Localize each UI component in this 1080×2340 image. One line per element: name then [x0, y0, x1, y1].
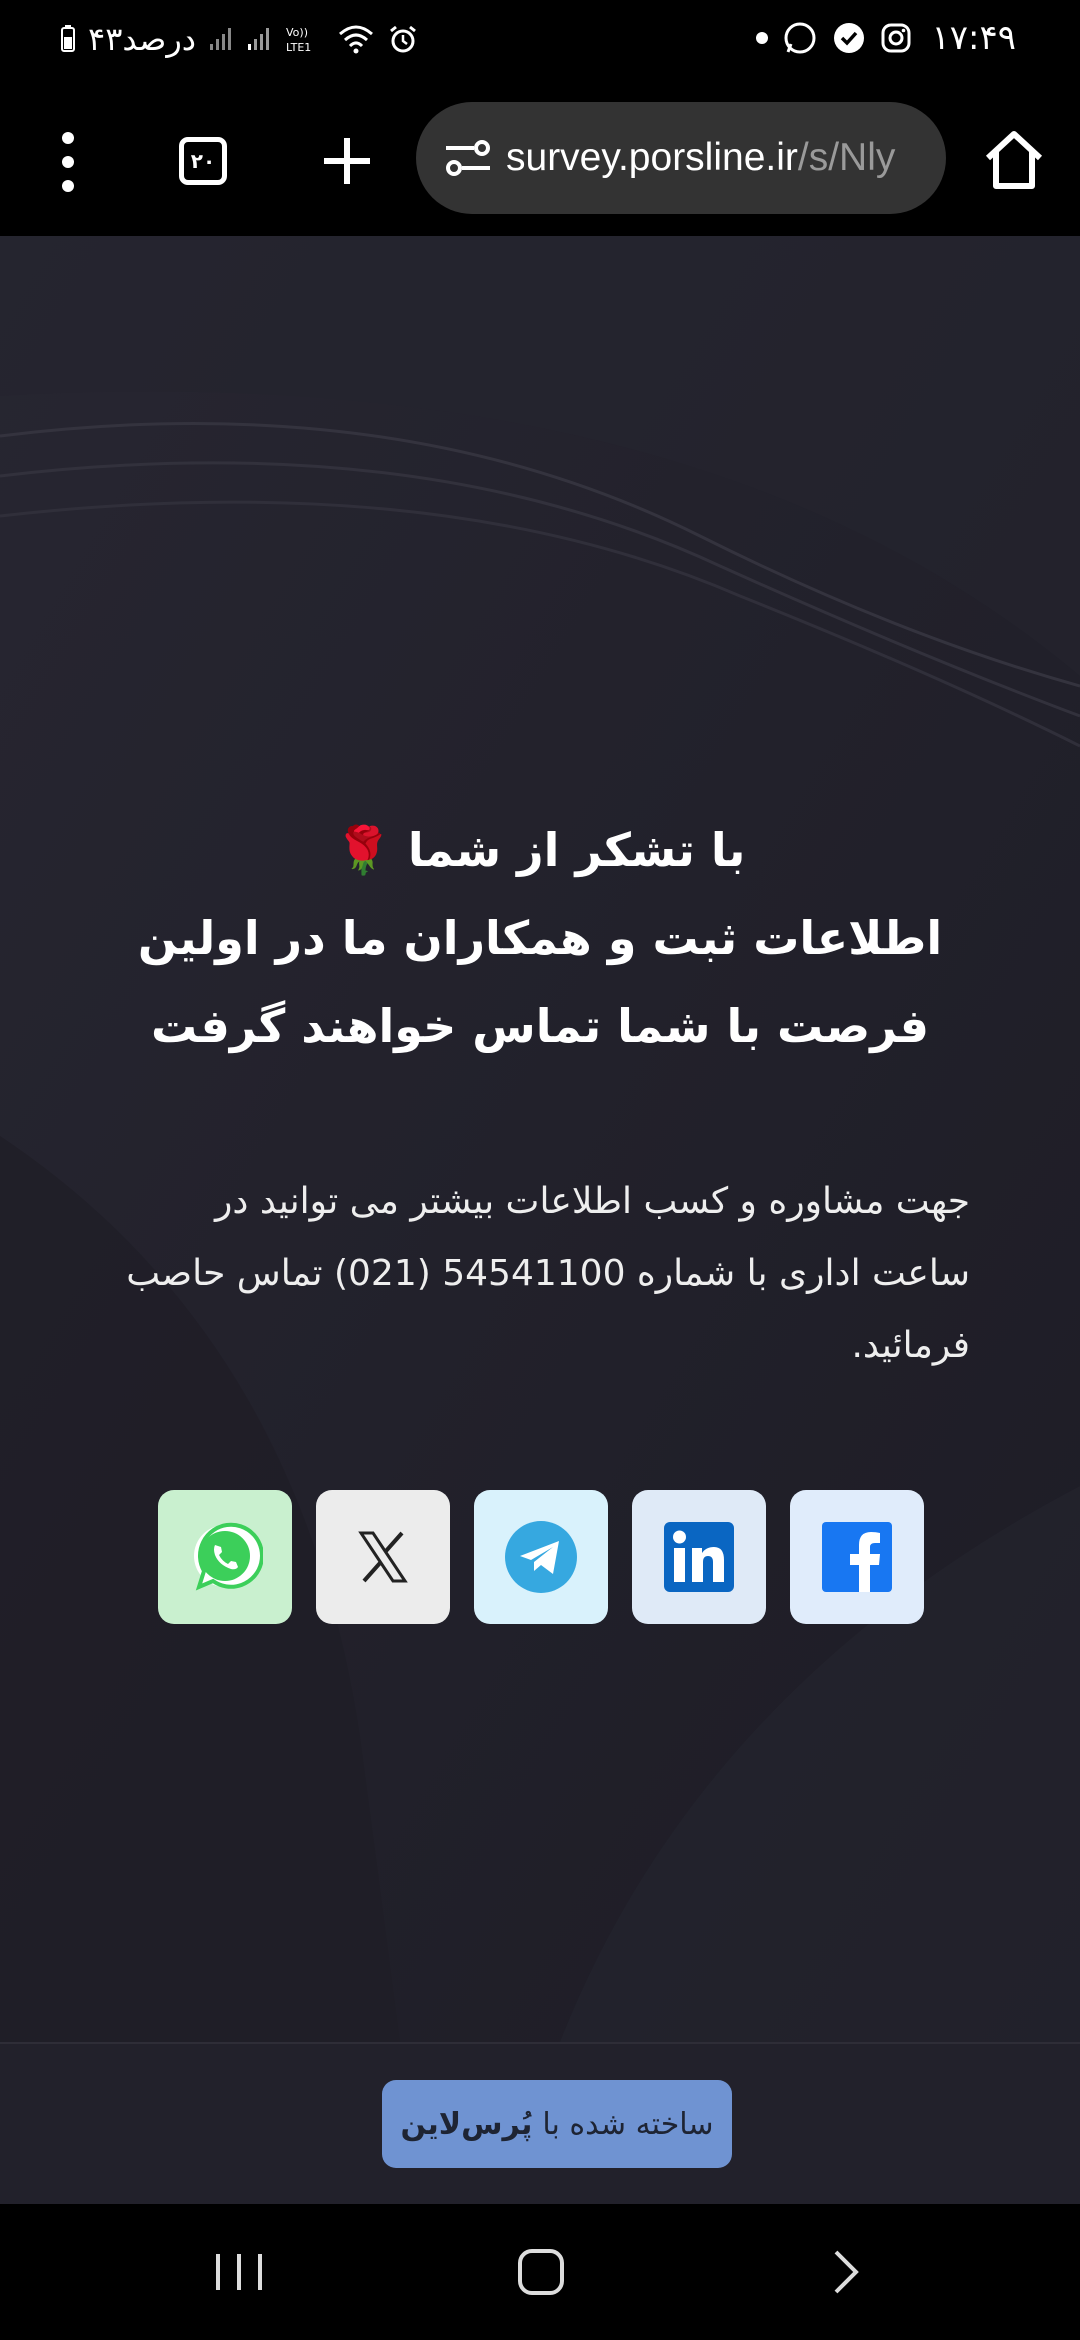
volte-icon: Vo)) LTE1 — [286, 26, 311, 54]
navigation-bar — [0, 2204, 1080, 2340]
address-bar[interactable]: survey.porsline.ir/s/Nly — [416, 102, 946, 214]
linkedin-icon — [664, 1522, 734, 1592]
url-domain: survey.porsline.ir — [506, 136, 798, 179]
status-bar: ۴۳درصد Vo)) LTE1 ۱۷:۴۹ — [0, 0, 1080, 86]
whatsapp-share-button[interactable] — [158, 1490, 292, 1624]
status-right-group — [756, 20, 912, 56]
heading-line-3: فرصت با شما تماس خواهند گرفت — [151, 999, 929, 1053]
back-nav-button[interactable] — [810, 2240, 880, 2304]
screen: ۴۳درصد Vo)) LTE1 ۱۷:۴۹ ۲۰ survey.porslin… — [0, 0, 1080, 2340]
more-menu-button[interactable] — [50, 124, 86, 200]
home-nav-button[interactable] — [506, 2240, 576, 2304]
x-share-button[interactable] — [316, 1490, 450, 1624]
browser-toolbar: ۲۰ survey.porsline.ir/s/Nly — [0, 86, 1080, 236]
new-tab-button[interactable] — [314, 128, 380, 194]
linkedin-share-button[interactable] — [632, 1490, 766, 1624]
status-left-group: ۴۳درصد Vo)) LTE1 — [60, 20, 418, 58]
signal-icon-2 — [248, 28, 270, 50]
heading-line-2: اطلاعات ثبت و همکاران ما در اولین — [137, 911, 943, 965]
battery-icon — [61, 25, 75, 52]
status-time: ۱۷:۴۹ — [931, 18, 1016, 58]
notification-dot-icon — [756, 32, 768, 44]
survey-page: با تشکر از شما 🌹 اطلاعات ثبت و همکاران م… — [0, 236, 1080, 2042]
url-path: /s/Nly — [797, 136, 896, 179]
contact-text: جهت مشاوره و کسب اطلاعات بیشتر می توانید… — [126, 1181, 970, 1366]
shield-check-icon — [834, 23, 864, 53]
site-settings-icon[interactable] — [438, 128, 498, 188]
facebook-share-button[interactable] — [790, 1490, 924, 1624]
svg-text:LTE1: LTE1 — [286, 41, 311, 54]
wifi-icon — [339, 25, 374, 54]
whatsapp-status-icon — [784, 22, 816, 54]
recents-button[interactable] — [204, 2240, 274, 2304]
social-share-row — [158, 1490, 924, 1624]
x-icon — [358, 1531, 408, 1583]
thanks-heading: با تشکر از شما 🌹 اطلاعات ثبت و همکاران م… — [130, 806, 950, 1070]
battery-level: ۴۳درصد — [88, 20, 197, 58]
url-text[interactable]: survey.porsline.ir/s/Nly — [506, 126, 936, 190]
tab-count: ۲۰ — [179, 137, 227, 185]
footer: ساخته شده با پُرس‌لاین — [0, 2042, 1080, 2204]
instagram-icon — [881, 23, 911, 53]
home-button[interactable] — [978, 124, 1050, 196]
telegram-share-button[interactable] — [474, 1490, 608, 1624]
whatsapp-icon — [194, 1522, 263, 1591]
tabs-button[interactable]: ۲۰ — [170, 128, 236, 194]
svg-text:Vo)): Vo)) — [286, 26, 308, 39]
alarm-icon — [390, 25, 416, 53]
powered-brand: پُرس‌لاین — [400, 2106, 533, 2142]
powered-by-badge[interactable]: ساخته شده با پُرس‌لاین — [382, 2080, 732, 2168]
powered-prefix: ساخته شده با — [542, 2106, 714, 2142]
background-decoration — [0, 236, 1080, 2042]
signal-icon — [210, 28, 232, 50]
facebook-icon — [822, 1522, 892, 1592]
telegram-icon — [505, 1521, 577, 1593]
heading-line-1: با تشکر از شما 🌹 — [334, 823, 746, 877]
